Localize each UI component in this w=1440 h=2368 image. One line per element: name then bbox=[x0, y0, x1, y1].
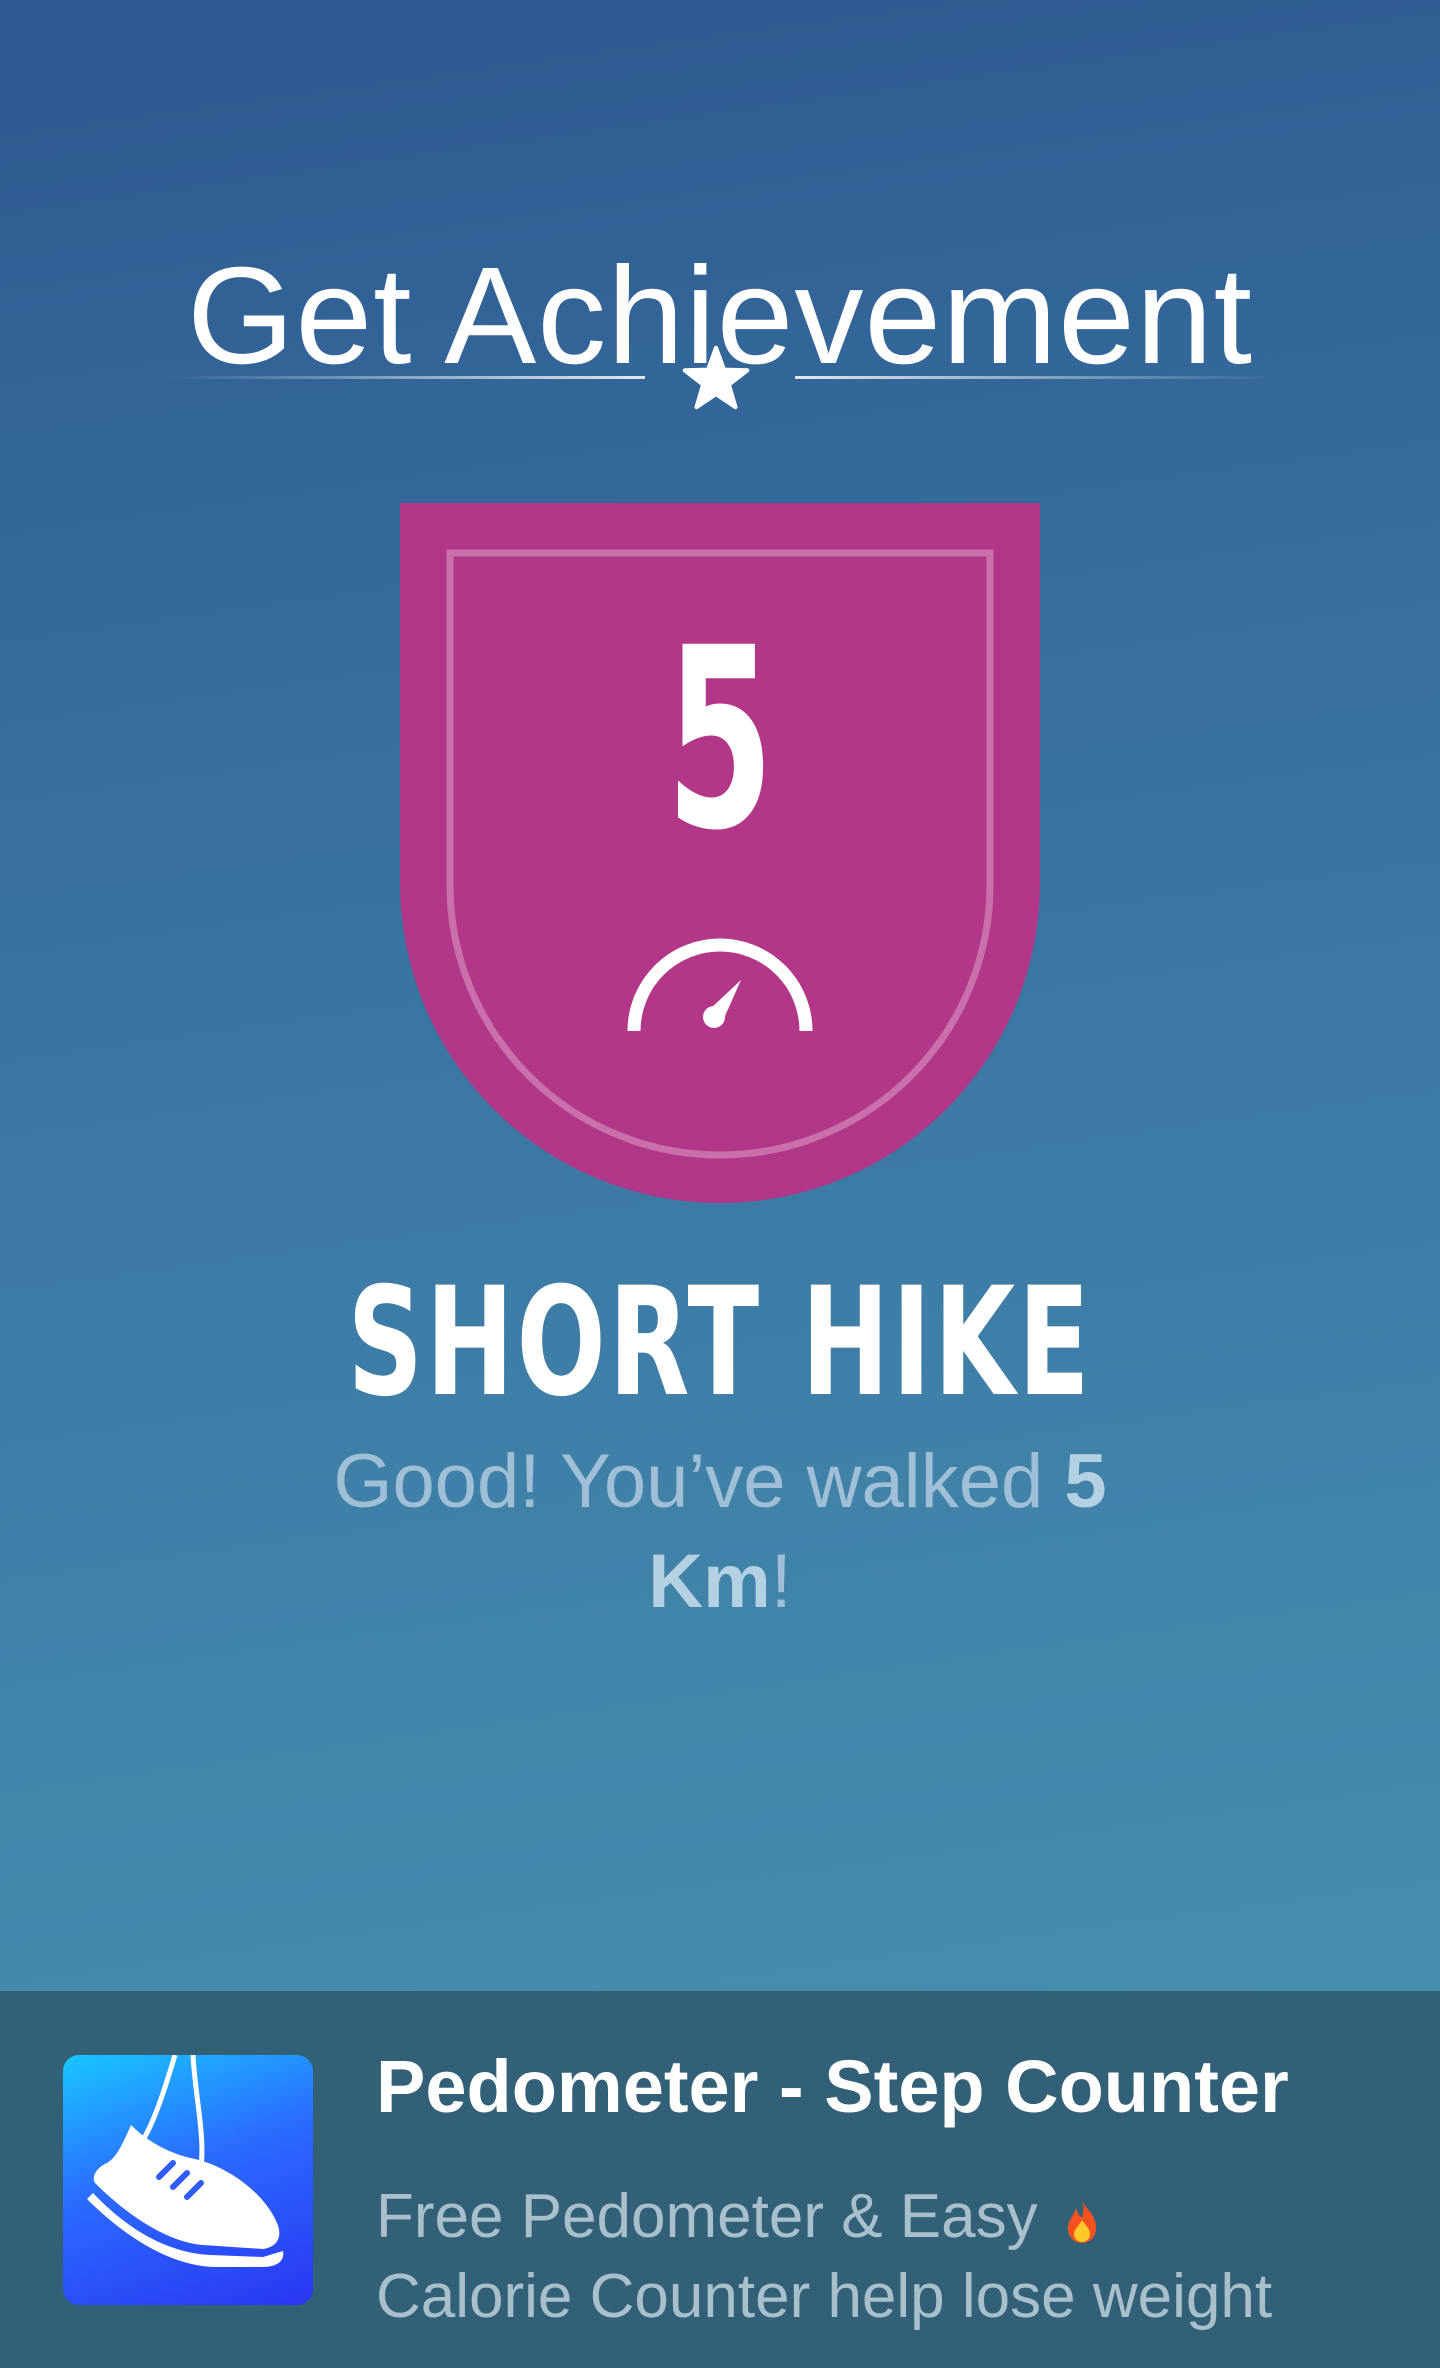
ad-description-line2: Calorie Counter help lose weight bbox=[376, 2262, 1273, 2331]
message-value: 5 bbox=[1064, 1439, 1107, 1524]
app-icon[interactable] bbox=[63, 2055, 313, 2305]
achievement-name: SHORT HIKE bbox=[347, 1256, 1093, 1430]
divider-left bbox=[165, 376, 645, 379]
speedometer-icon bbox=[627, 938, 813, 1032]
sneaker-icon bbox=[87, 2055, 284, 2267]
badge-number: 5 bbox=[666, 594, 774, 885]
ad-banner[interactable]: Pedometer - Step Counter Free Pedometer … bbox=[0, 1991, 1440, 2368]
star-icon bbox=[682, 345, 750, 410]
divider-right bbox=[795, 376, 1275, 379]
ad-description-line1: Free Pedometer & Easy bbox=[376, 2182, 1038, 2251]
message-prefix: Good! You’ve walked bbox=[333, 1439, 1065, 1524]
message-suffix: ! bbox=[770, 1539, 792, 1624]
ad-title[interactable]: Pedometer - Step Counter bbox=[376, 2043, 1289, 2132]
ad-description: Free Pedometer & Easy Calorie Counter he… bbox=[376, 2177, 1386, 2337]
fire-icon bbox=[1067, 2199, 1096, 2243]
message-unit: Km bbox=[648, 1539, 771, 1624]
achievement-message: Good! You’ve walked 5 Km! bbox=[270, 1432, 1170, 1632]
